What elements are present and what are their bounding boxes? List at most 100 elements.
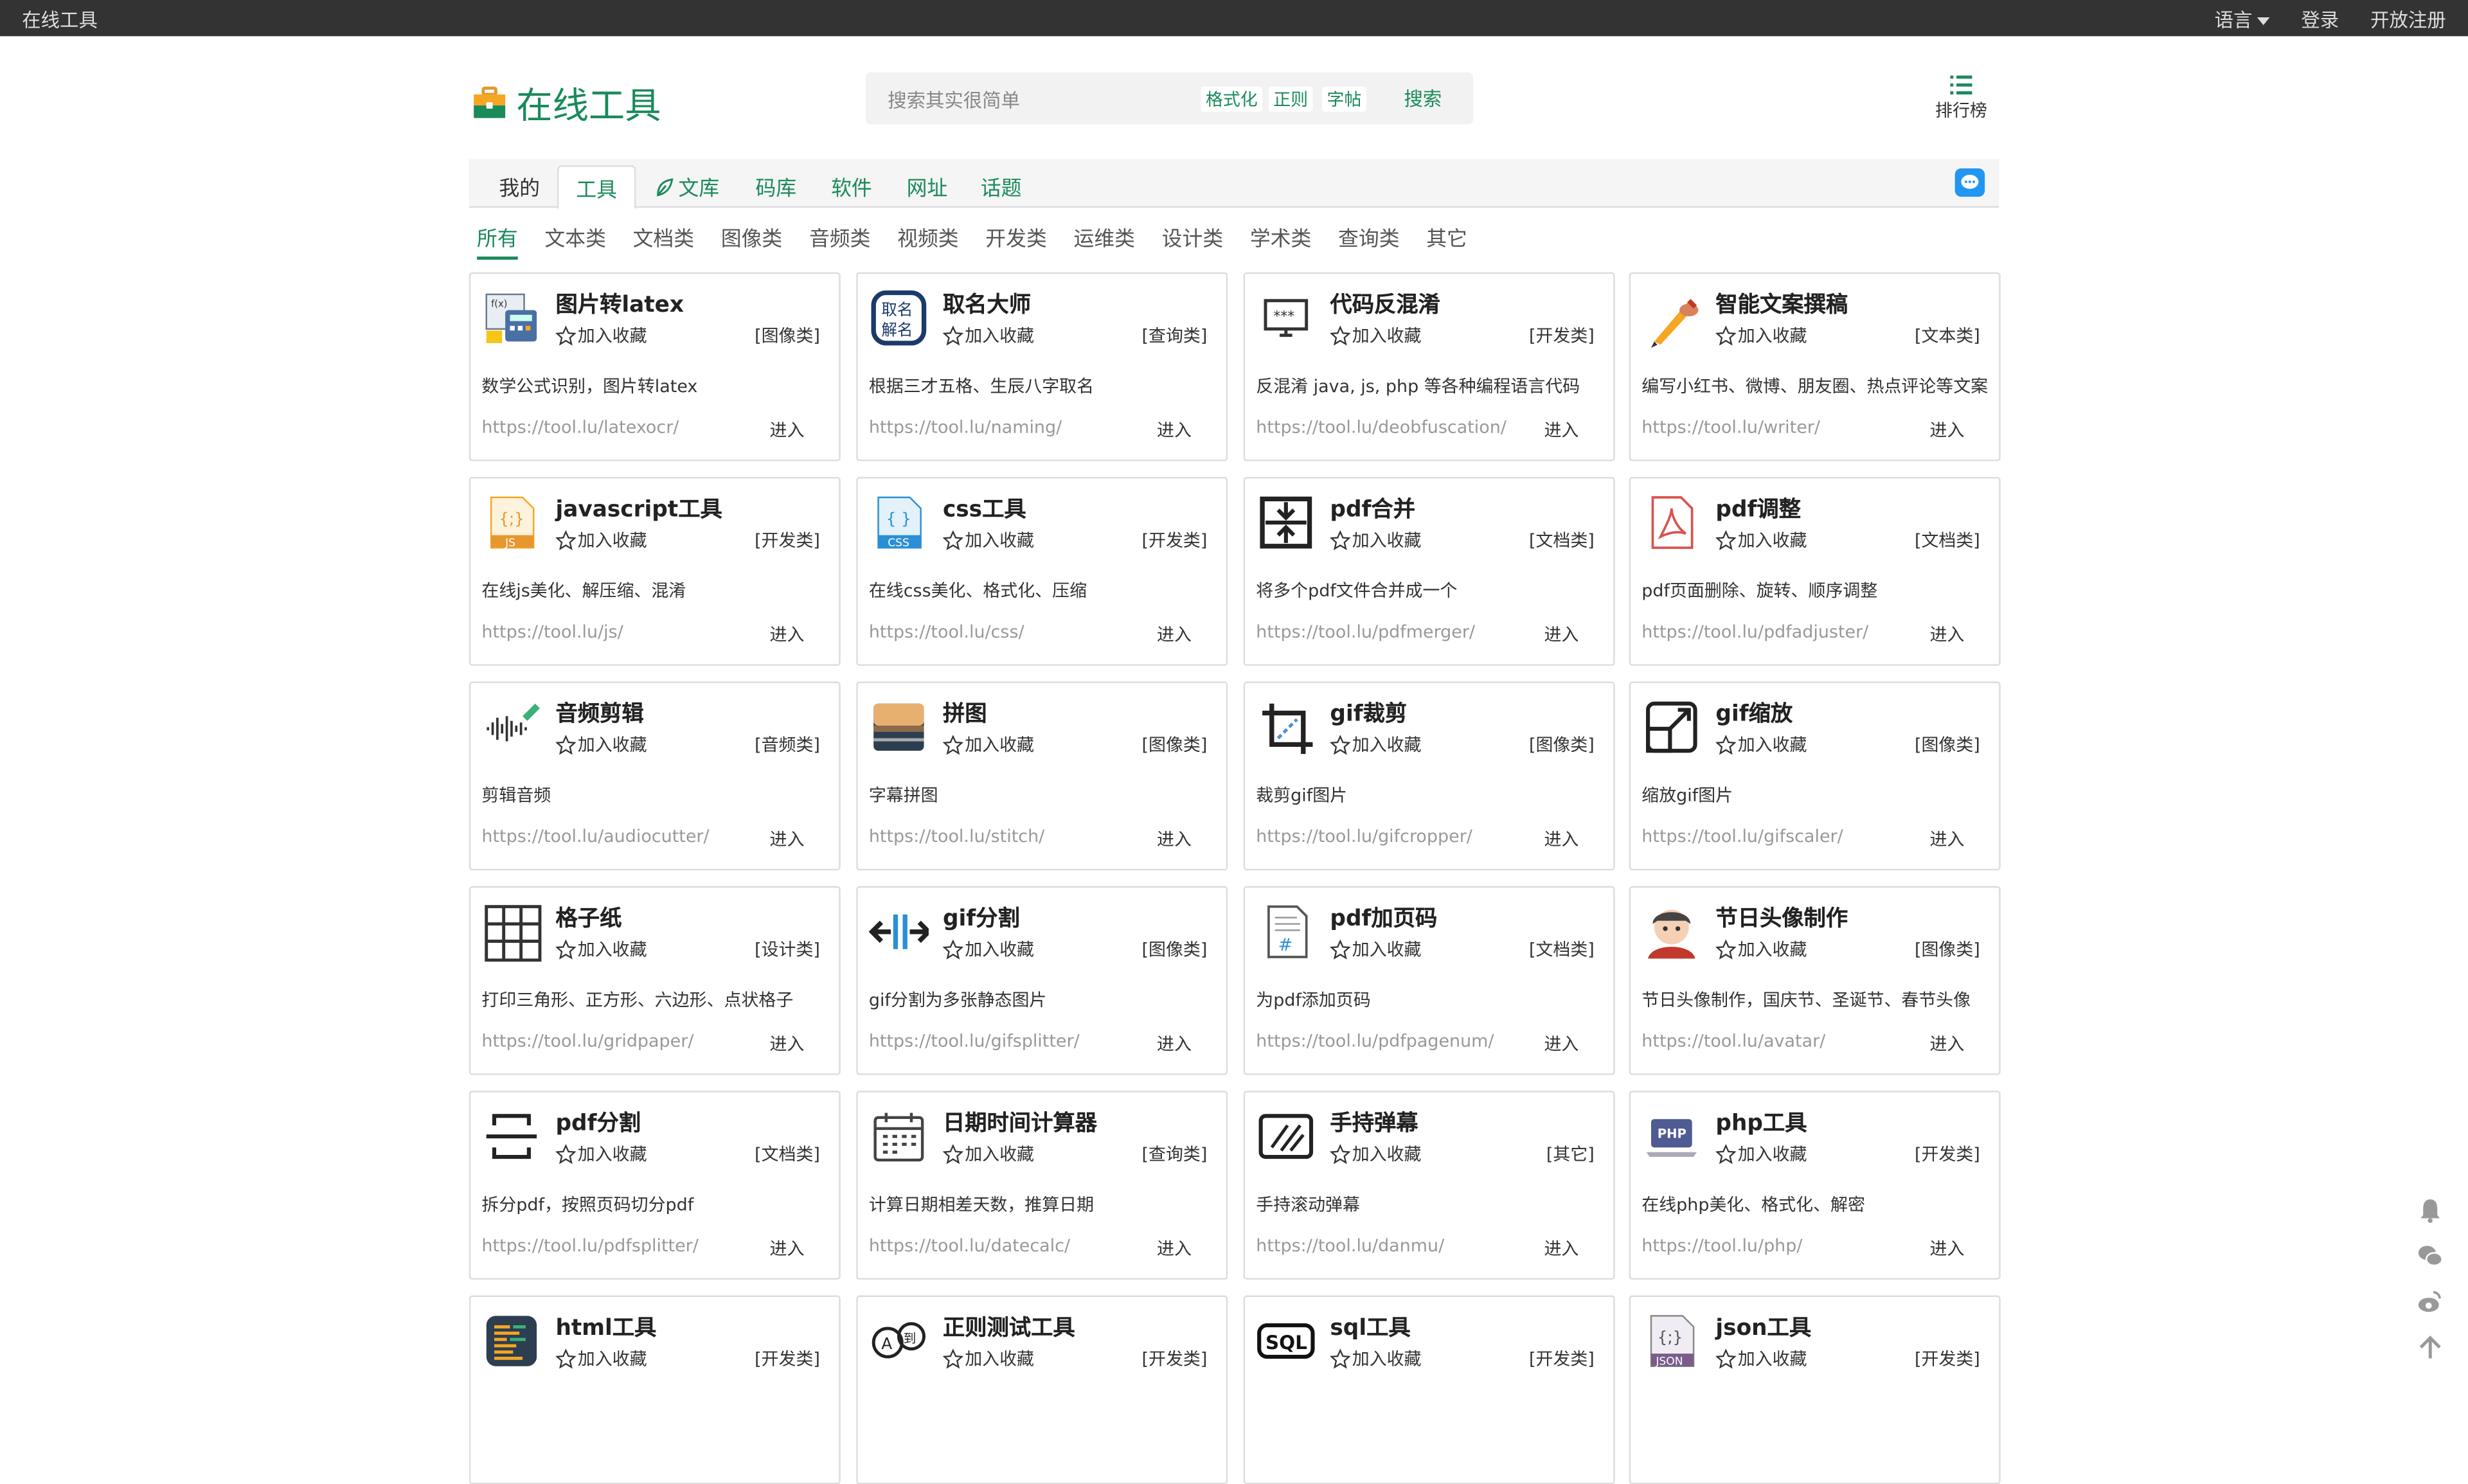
enter-button[interactable]: 进入 [770, 1031, 805, 1056]
add-favorite-button[interactable]: 加入收藏 [942, 1346, 1034, 1371]
enter-button[interactable]: 进入 [1544, 1031, 1578, 1056]
tool-url-link[interactable]: https://tool.lu/css/ [869, 621, 1024, 642]
category-9[interactable]: 学术类 [1250, 222, 1312, 260]
tool-name[interactable]: 音频剪辑 [555, 697, 643, 729]
wechat-icon[interactable] [2418, 1244, 2443, 1269]
tool-url-link[interactable]: https://tool.lu/naming/ [869, 417, 1062, 438]
tool-card[interactable]: 音频剪辑 加入收藏 [音频类] 剪辑音频 https://tool.lu/audiocu… [469, 681, 841, 871]
tool-url-link[interactable]: https://tool.lu/avatar/ [1641, 1031, 1825, 1051]
tool-name[interactable]: gif分割 [943, 902, 1020, 933]
tool-card[interactable]: *** 代码反混淆 加入收藏 [开发类] 反混淆 java, js, php 等各种编程… [1243, 272, 1615, 461]
add-favorite-button[interactable]: 加入收藏 [1330, 936, 1421, 961]
add-favorite-button[interactable]: 加入收藏 [555, 732, 647, 757]
tool-url-link[interactable]: https://tool.lu/pdfmerger/ [1256, 621, 1475, 642]
category-11[interactable]: 其它 [1426, 222, 1467, 260]
tool-name[interactable]: 格子纸 [555, 902, 621, 933]
tool-name[interactable]: 节日头像制作 [1715, 902, 1848, 933]
add-favorite-button[interactable]: 加入收藏 [1715, 1346, 1807, 1371]
tool-name[interactable]: javascript工具 [555, 493, 722, 524]
tool-name[interactable]: 代码反混淆 [1330, 288, 1440, 319]
tab-websites[interactable]: 网址 [907, 172, 948, 202]
tool-name[interactable]: gif缩放 [1715, 697, 1793, 729]
enter-button[interactable]: 进入 [1544, 1235, 1578, 1260]
enter-button[interactable]: 进入 [1929, 417, 1964, 442]
tool-url-link[interactable]: https://tool.lu/deobfuscation/ [1256, 417, 1507, 438]
tool-name[interactable]: 正则测试工具 [943, 1311, 1075, 1343]
tool-url-link[interactable]: https://tool.lu/gifscaler/ [1641, 827, 1843, 847]
tool-card[interactable]: 节日头像制作 加入收藏 [图像类] 节日头像制作，国庆节、圣诞节、春节头像 https:… [1629, 886, 2001, 1075]
search-tag-format[interactable]: 格式化 [1201, 86, 1263, 112]
enter-button[interactable]: 进入 [1544, 417, 1578, 442]
tool-url-link[interactable]: https://tool.lu/latexocr/ [481, 417, 679, 438]
tool-name[interactable]: css工具 [943, 493, 1026, 524]
tab-library[interactable]: 文库 [655, 172, 719, 201]
tool-url-link[interactable]: https://tool.lu/gridpaper/ [481, 1031, 693, 1051]
add-favorite-button[interactable]: 加入收藏 [555, 1346, 647, 1371]
tool-name[interactable]: 图片转latex [555, 288, 684, 319]
register-link[interactable]: 开放注册 [2370, 6, 2446, 33]
add-favorite-button[interactable]: 加入收藏 [1330, 323, 1421, 348]
category-5[interactable]: 视频类 [897, 222, 959, 260]
tool-url-link[interactable]: https://tool.lu/php/ [1641, 1235, 1802, 1256]
tool-name[interactable]: pdf分割 [555, 1107, 641, 1138]
enter-button[interactable]: 进入 [1929, 621, 1964, 647]
tab-tools[interactable]: 工具 [557, 165, 636, 210]
category-4[interactable]: 音频类 [809, 222, 871, 260]
enter-button[interactable]: 进入 [770, 1235, 805, 1260]
tab-mine[interactable]: 我的 [499, 172, 540, 202]
add-favorite-button[interactable]: 加入收藏 [1330, 732, 1421, 757]
tab-code[interactable]: 码库 [756, 172, 797, 202]
tool-name[interactable]: gif裁剪 [1330, 697, 1407, 729]
category-3[interactable]: 图像类 [721, 222, 783, 260]
site-logo[interactable]: 在线工具 [472, 76, 661, 129]
weibo-icon[interactable] [2418, 1289, 2443, 1314]
add-favorite-button[interactable]: 加入收藏 [1715, 732, 1807, 757]
tool-card[interactable]: {;} JSON json工具 加入收藏 [开发类] [1629, 1295, 2001, 1484]
tool-url-link[interactable]: https://tool.lu/pdfadjuster/ [1641, 621, 1868, 642]
tool-card[interactable]: SQL sql工具 加入收藏 [开发类] [1243, 1295, 1615, 1484]
enter-button[interactable]: 进入 [1157, 827, 1192, 852]
search-button[interactable]: 搜索 [1404, 85, 1442, 112]
tab-software[interactable]: 软件 [831, 172, 872, 202]
enter-button[interactable]: 进入 [770, 827, 805, 852]
category-10[interactable]: 查询类 [1338, 222, 1400, 260]
add-favorite-button[interactable]: 加入收藏 [1715, 323, 1807, 348]
top-brand-link[interactable]: 在线工具 [22, 6, 98, 33]
tool-name[interactable]: 手持弹幕 [1330, 1107, 1418, 1138]
add-favorite-button[interactable]: 加入收藏 [942, 527, 1034, 552]
add-favorite-button[interactable]: 加入收藏 [942, 936, 1034, 961]
chat-icon[interactable] [1954, 168, 1985, 197]
tool-card[interactable]: f(x) 图片转latex 加入收藏 [图像类] 数学公式识别，图片转latex http… [469, 272, 841, 461]
add-favorite-button[interactable]: 加入收藏 [1330, 1141, 1421, 1167]
add-favorite-button[interactable]: 加入收藏 [555, 936, 647, 961]
enter-button[interactable]: 进入 [1544, 827, 1578, 852]
enter-button[interactable]: 进入 [1157, 621, 1192, 647]
tool-card[interactable]: gif裁剪 加入收藏 [图像类] 裁剪gif图片 https://tool.lu/gif… [1243, 681, 1615, 871]
tool-name[interactable]: php工具 [1715, 1107, 1807, 1138]
tool-name[interactable]: 智能文案撰稿 [1715, 288, 1848, 319]
search-tag-copybook[interactable]: 字帖 [1322, 86, 1366, 112]
tool-card[interactable]: pdf调整 加入收藏 [文档类] pdf页面删除、旋转、顺序调整 https://too… [1629, 477, 2001, 666]
tool-card[interactable]: 拼图 加入收藏 [图像类] 字幕拼图 https://tool.lu/stitch/进入 [856, 681, 1228, 871]
add-favorite-button[interactable]: 加入收藏 [1330, 1346, 1421, 1371]
add-favorite-button[interactable]: 加入收藏 [555, 1141, 647, 1167]
add-favorite-button[interactable]: 加入收藏 [1715, 936, 1807, 961]
add-favorite-button[interactable]: 加入收藏 [942, 1141, 1034, 1167]
enter-button[interactable]: 进入 [770, 417, 805, 442]
tool-card[interactable]: PHP php工具 加入收藏 [开发类] 在线php美化、格式化、解密 https://t… [1629, 1091, 2001, 1280]
language-dropdown[interactable]: 语言 [2215, 6, 2270, 33]
tool-url-link[interactable]: https://tool.lu/gifcropper/ [1256, 827, 1472, 847]
tool-card[interactable]: {;} JS javascript工具 加入收藏 [开发类] 在线js美化、解压缩、混淆 h… [469, 477, 841, 666]
tool-url-link[interactable]: https://tool.lu/danmu/ [1256, 1235, 1444, 1256]
tool-name[interactable]: 日期时间计算器 [943, 1107, 1097, 1138]
tool-url-link[interactable]: https://tool.lu/writer/ [1641, 417, 1820, 438]
tool-name[interactable]: pdf调整 [1715, 493, 1801, 524]
tool-card[interactable]: 手持弹幕 加入收藏 [其它] 手持滚动弹幕 https://tool.lu/danmu/… [1243, 1091, 1615, 1280]
tool-name[interactable]: 取名大师 [943, 288, 1031, 319]
tool-card[interactable]: A 到正则测试工具 加入收藏 [开发类] [856, 1295, 1228, 1484]
category-6[interactable]: 开发类 [985, 222, 1047, 260]
tool-card[interactable]: { } CSS css工具 加入收藏 [开发类] 在线css美化、格式化、压缩 https:… [856, 477, 1228, 666]
search-tag-regex[interactable]: 正则 [1268, 86, 1313, 112]
tool-card[interactable]: 取名 解名 取名大师 加入收藏 [查询类] 根据三才五格、生辰八字取名 https://to… [856, 272, 1228, 461]
tool-name[interactable]: pdf加页码 [1330, 902, 1437, 933]
